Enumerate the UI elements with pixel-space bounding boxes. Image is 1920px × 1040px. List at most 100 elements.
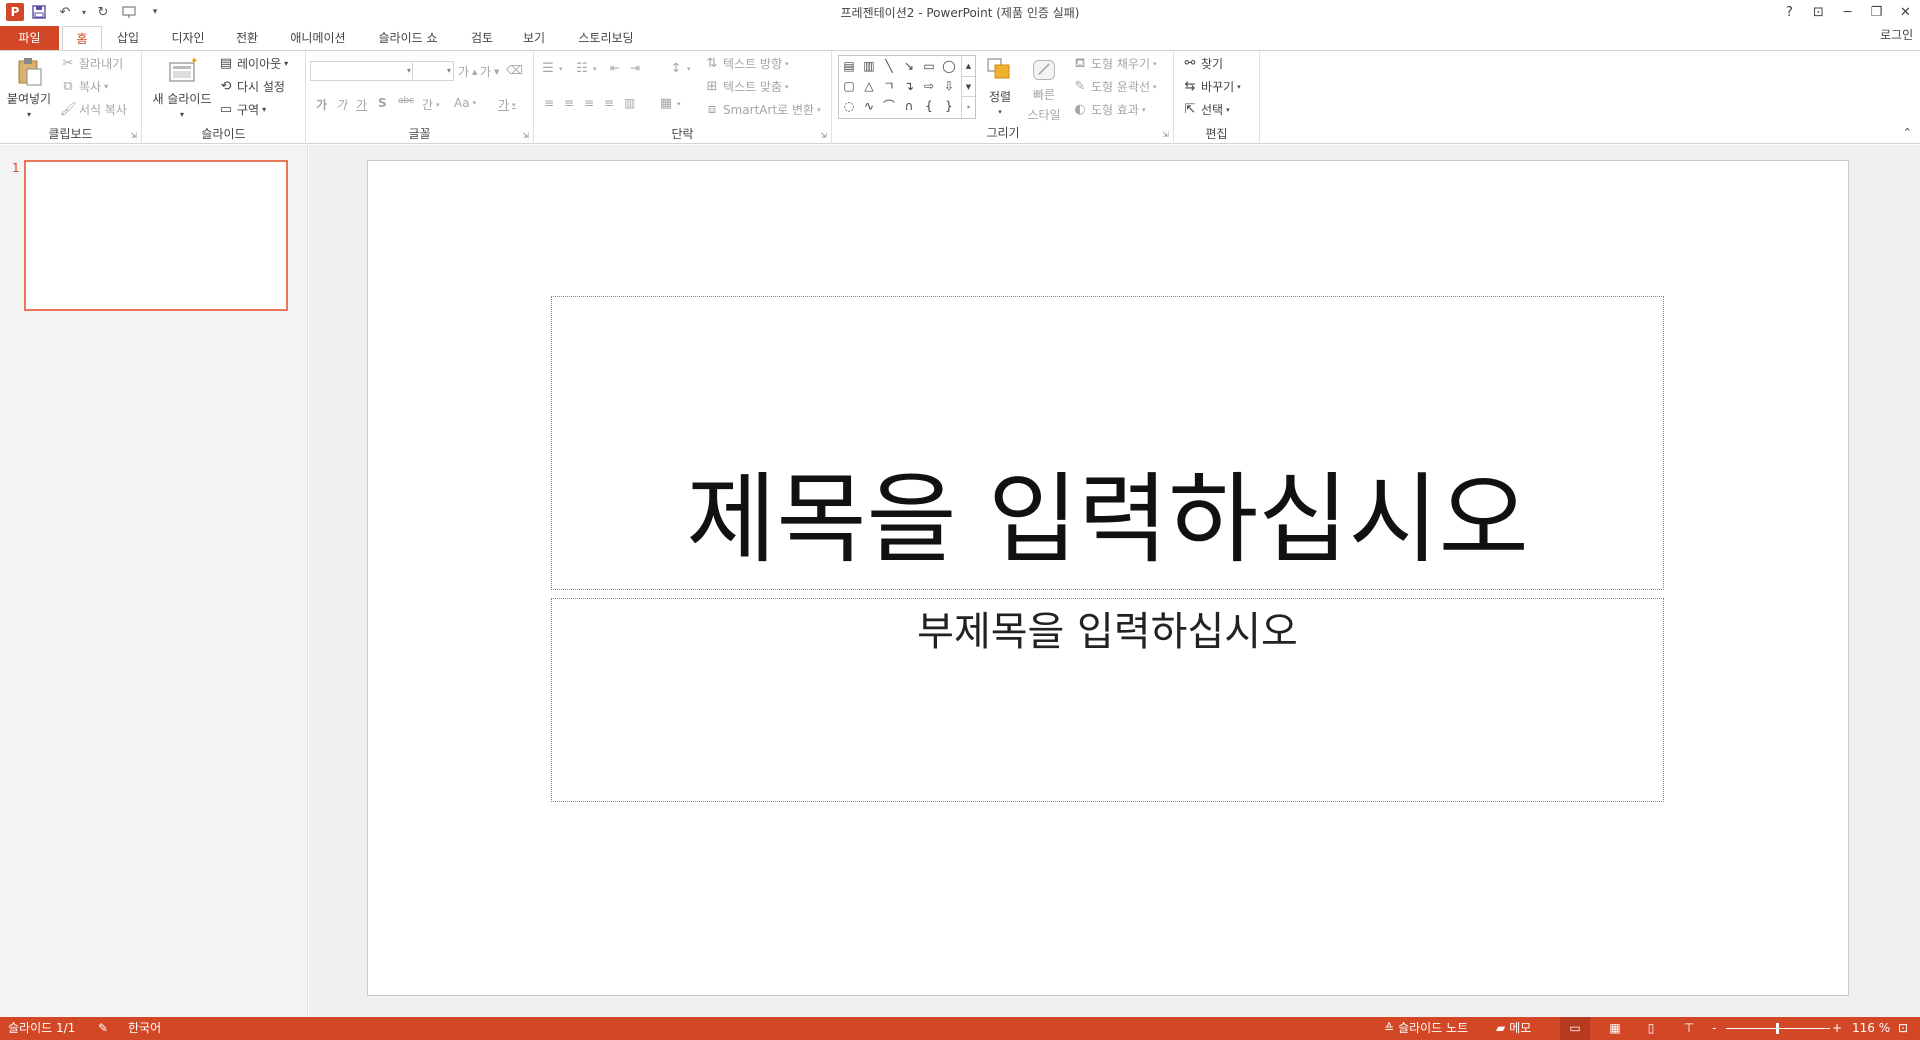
freeform-shape-icon[interactable]: ◌ xyxy=(841,99,857,113)
text-direction-button[interactable]: ⇅ 텍스트 방향 ▾ xyxy=(704,55,789,72)
tab-view[interactable]: 보기 xyxy=(512,26,556,50)
decrease-indent-icon[interactable]: ⇤ xyxy=(610,61,620,75)
oval-shape-icon[interactable]: ◯ xyxy=(941,59,957,73)
help-icon[interactable]: ? xyxy=(1775,0,1804,24)
tab-file[interactable]: 파일 xyxy=(0,26,59,50)
drawing-launcher-icon[interactable]: ⇲ xyxy=(1162,130,1169,139)
textbox-shape-icon[interactable]: ▤ xyxy=(841,59,857,73)
zoom-out-button[interactable]: - xyxy=(1712,1017,1716,1040)
cut-button[interactable]: ✂ 잘라내기 xyxy=(60,55,124,72)
restore-icon[interactable]: ❐ xyxy=(1862,0,1891,24)
copy-button[interactable]: ⧉ 복사 ▾ xyxy=(60,78,108,95)
elbow-arrow-shape-icon[interactable]: ↴ xyxy=(901,79,917,93)
notes-button[interactable]: ≙ 슬라이드 노트 xyxy=(1384,1017,1468,1040)
align-text-button[interactable]: ⊞ 텍스트 맞춤 ▾ xyxy=(704,78,789,95)
title-placeholder[interactable]: 제목을 입력하십시오 xyxy=(551,296,1664,590)
find-button[interactable]: ⚯ 찾기 xyxy=(1182,55,1224,72)
align-left-icon[interactable]: ≡ xyxy=(544,96,554,110)
slide-sorter-icon[interactable]: ▦ xyxy=(1600,1017,1630,1040)
arc-shape-icon[interactable]: ∩ xyxy=(901,99,917,113)
line-shape-icon[interactable]: ╲ xyxy=(881,59,897,73)
close-icon[interactable]: ✕ xyxy=(1891,0,1920,24)
tab-slideshow[interactable]: 슬라이드 쇼 xyxy=(368,26,448,50)
font-name-combo[interactable]: ▾ xyxy=(310,61,414,81)
paste-button[interactable]: 붙여넣기 ▾ xyxy=(4,55,54,121)
shapes-gallery-scroll[interactable]: ▲ ▼ ⩡ xyxy=(961,56,975,118)
underline-button[interactable]: 가 xyxy=(356,96,367,113)
tab-design[interactable]: 디자인 xyxy=(160,26,216,50)
right-arrow-shape-icon[interactable]: ⇨ xyxy=(921,79,937,93)
curve-shape-icon[interactable]: ⌒ xyxy=(881,99,897,113)
font-color-button[interactable]: 가 ▾ xyxy=(498,96,516,113)
replace-button[interactable]: ⇆ 바꾸기 ▾ xyxy=(1182,78,1241,95)
shape-outline-button[interactable]: ✎ 도형 윤곽선 ▾ xyxy=(1072,78,1157,95)
rectangle-shape-icon[interactable]: ▭ xyxy=(921,59,937,73)
clipboard-launcher-icon[interactable]: ⇲ xyxy=(130,131,137,140)
zoom-slider-thumb[interactable] xyxy=(1776,1023,1779,1034)
reading-view-icon[interactable]: ▯ xyxy=(1636,1017,1666,1040)
elbow-connector-shape-icon[interactable]: ㄱ xyxy=(881,79,897,93)
zoom-in-button[interactable]: + xyxy=(1832,1017,1842,1040)
change-case-button[interactable]: Aa ▾ xyxy=(454,96,476,110)
scribble-shape-icon[interactable]: ∿ xyxy=(861,99,877,113)
layout-button[interactable]: ▤ 레이아웃 ▾ xyxy=(218,55,288,72)
convert-smartart-button[interactable]: ⧈ SmartArt로 변환 ▾ xyxy=(704,101,821,118)
reset-button[interactable]: ⟲ 다시 설정 xyxy=(218,78,285,95)
comments-button[interactable]: ▰ 메모 xyxy=(1496,1017,1531,1040)
grow-font-button[interactable]: 가 ▲ xyxy=(458,63,477,80)
columns-button[interactable]: ▦ ▾ xyxy=(658,96,681,112)
minimize-icon[interactable]: ─ xyxy=(1833,0,1862,24)
align-center-icon[interactable]: ≡ xyxy=(564,96,574,110)
distributed-icon[interactable]: ▥ xyxy=(624,96,635,110)
clear-formatting-icon[interactable]: ⌫ xyxy=(506,63,523,77)
tab-transitions[interactable]: 전환 xyxy=(224,26,270,50)
justify-icon[interactable]: ≡ xyxy=(604,96,614,110)
slide-canvas[interactable]: 제목을 입력하십시오 부제목을 입력하십시오 xyxy=(367,160,1849,996)
shadow-button[interactable]: S xyxy=(378,96,387,110)
increase-indent-icon[interactable]: ⇥ xyxy=(630,61,640,75)
format-painter-button[interactable]: 🖌 서식 복사 xyxy=(60,101,127,118)
tab-review[interactable]: 검토 xyxy=(460,26,504,50)
font-launcher-icon[interactable]: ⇲ xyxy=(522,131,529,140)
character-spacing-button[interactable]: 간 ▾ xyxy=(422,96,440,113)
new-slide-button[interactable]: ✦ 새 슬라이드 ▾ xyxy=(146,55,218,121)
bold-button[interactable]: 가 xyxy=(316,96,327,113)
shape-fill-button[interactable]: ⛾ 도형 채우기 ▾ xyxy=(1072,55,1157,72)
slideshow-view-icon[interactable]: ⊤ xyxy=(1674,1017,1704,1040)
collapse-ribbon-icon[interactable]: ⌃ xyxy=(1903,126,1912,139)
numbering-button[interactable]: ☷ ▾ xyxy=(574,61,596,77)
rounded-rectangle-shape-icon[interactable]: ▢ xyxy=(841,79,857,93)
left-brace-shape-icon[interactable]: { xyxy=(921,99,937,113)
spellcheck-icon[interactable]: ✎ xyxy=(98,1017,108,1040)
strikethrough-button[interactable]: abc xyxy=(398,96,414,106)
tab-storyboarding[interactable]: 스토리보딩 xyxy=(568,26,644,50)
slide-thumbnail[interactable] xyxy=(24,160,288,311)
gallery-more-icon[interactable]: ⩡ xyxy=(962,96,975,116)
quick-styles-button[interactable]: 빠른 스타일 xyxy=(1022,57,1066,123)
shape-effects-button[interactable]: ◐ 도형 효과 ▾ xyxy=(1072,101,1145,118)
bullets-button[interactable]: ☰ ▾ xyxy=(540,61,562,77)
shapes-gallery[interactable]: ▤ ▥ ╲ ↘ ▭ ◯ ▢ △ ㄱ ↴ ⇨ ⇩ ◌ ∿ ⌒ ∩ { } ▲ ▼ … xyxy=(838,55,976,119)
right-brace-shape-icon[interactable]: } xyxy=(941,99,957,113)
gallery-up-icon[interactable]: ▲ xyxy=(962,56,975,76)
vertical-textbox-shape-icon[interactable]: ▥ xyxy=(861,59,877,73)
italic-button[interactable]: 가 xyxy=(336,96,347,113)
tab-home[interactable]: 홈 xyxy=(62,26,102,51)
select-button[interactable]: ⇱ 선택 ▾ xyxy=(1182,101,1230,118)
login-link[interactable]: 로그인 xyxy=(1880,26,1920,46)
arrange-button[interactable]: 정렬 ▾ xyxy=(980,55,1020,121)
align-right-icon[interactable]: ≡ xyxy=(584,96,594,110)
subtitle-placeholder[interactable]: 부제목을 입력하십시오 xyxy=(551,598,1664,802)
gallery-down-icon[interactable]: ▼ xyxy=(962,76,975,96)
fit-to-window-icon[interactable]: ⊡ xyxy=(1898,1017,1908,1040)
section-button[interactable]: ▭ 구역 ▾ xyxy=(218,101,266,118)
language-indicator[interactable]: 한국어 xyxy=(128,1017,161,1040)
tab-insert[interactable]: 삽입 xyxy=(108,26,148,50)
line-spacing-button[interactable]: ↕ ▾ xyxy=(668,61,691,77)
arrow-line-shape-icon[interactable]: ↘ xyxy=(901,59,917,73)
zoom-level[interactable]: 116 % xyxy=(1852,1017,1890,1040)
ribbon-display-options-icon[interactable]: ⊡ xyxy=(1804,0,1833,24)
paragraph-launcher-icon[interactable]: ⇲ xyxy=(820,131,827,140)
font-size-combo[interactable]: ▾ xyxy=(412,61,454,81)
triangle-shape-icon[interactable]: △ xyxy=(861,79,877,93)
